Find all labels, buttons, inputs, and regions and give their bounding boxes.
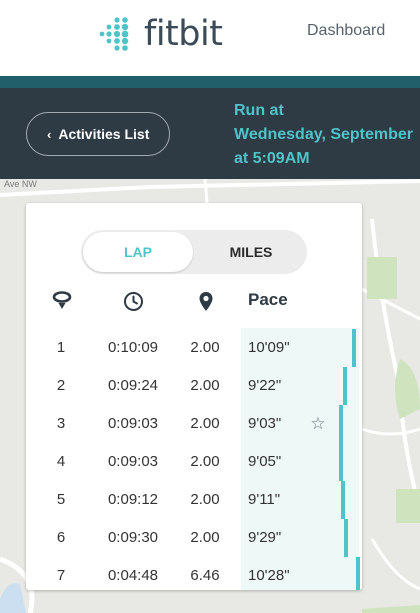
lap-number: 4 xyxy=(56,453,66,470)
pace-bar xyxy=(356,557,360,590)
lap-number: 2 xyxy=(56,377,66,394)
star-icon: ☆ xyxy=(310,414,326,433)
lap-distance: 2.00 xyxy=(190,377,220,394)
brand-name: fitbit xyxy=(144,14,223,54)
lap-pace: 10'09" xyxy=(248,339,290,356)
toggle-miles-option[interactable]: MILES xyxy=(197,232,305,272)
lap-pace: 10'28" xyxy=(248,567,290,584)
table-row: 6 0:09:30 2.00 9'29" xyxy=(26,519,362,557)
lap-time: 0:09:24 xyxy=(107,377,159,394)
laps-card: LAP MILES Pace 1 0:10:09 2.00 10'09" 2 0:09:2… xyxy=(26,203,362,590)
lap-icon xyxy=(52,291,72,309)
lap-distance: 6.46 xyxy=(190,567,220,584)
activities-list-button[interactable]: ‹ Activities List xyxy=(26,112,170,156)
pace-bar xyxy=(343,367,347,405)
lap-distance: 2.00 xyxy=(190,453,220,470)
pace-bar xyxy=(339,405,343,443)
toggle-lap-option[interactable]: LAP xyxy=(83,232,193,272)
table-row: 4 0:09:03 2.00 9'05" xyxy=(26,443,362,481)
lap-time: 0:04:48 xyxy=(107,567,159,584)
lap-column-header xyxy=(52,288,72,314)
lap-pace: 9'29" xyxy=(248,529,282,546)
lap-distance: 2.00 xyxy=(190,529,220,546)
lap-number: 7 xyxy=(56,567,66,584)
location-pin-icon xyxy=(199,291,213,311)
lap-time: 0:09:03 xyxy=(107,453,159,470)
lap-pace: 9'22" xyxy=(248,377,282,394)
lap-pace: 9'03" xyxy=(248,415,282,432)
table-row: 3 0:09:03 2.00 9'03" ☆ xyxy=(26,405,362,443)
lap-time: 0:09:03 xyxy=(107,415,159,432)
pace-bar xyxy=(341,481,345,519)
pace-bar xyxy=(352,329,356,367)
time-column-header xyxy=(123,288,144,314)
lap-time: 0:10:09 xyxy=(107,339,159,356)
unit-toggle[interactable]: LAP MILES xyxy=(81,230,307,274)
activity-title-line: at 5:09AM xyxy=(234,150,310,167)
dashboard-link[interactable]: Dashboard xyxy=(307,22,385,40)
table-row: 2 0:09:24 2.00 9'22" xyxy=(26,367,362,405)
distance-column-header xyxy=(198,288,214,314)
table-row: 5 0:09:12 2.00 9'11" xyxy=(26,481,362,519)
pace-bar xyxy=(339,443,343,481)
pace-column-header: Pace xyxy=(248,290,288,309)
fitbit-dots-icon xyxy=(99,17,129,51)
header-accent-band xyxy=(0,76,420,88)
lap-number: 1 xyxy=(56,339,66,356)
activity-title-line: Run at xyxy=(234,102,284,119)
lap-distance: 2.00 xyxy=(190,491,220,508)
activity-title-line: Wednesday, September xyxy=(234,126,414,143)
fitbit-logo[interactable]: fitbit xyxy=(98,14,223,54)
lap-pace: 9'11" xyxy=(248,491,281,508)
lap-time: 0:09:12 xyxy=(107,491,159,508)
street-label: Ave NW xyxy=(4,179,37,189)
chevron-left-icon: ‹ xyxy=(47,126,52,142)
lap-pace: 9'05" xyxy=(248,453,282,470)
pace-bar xyxy=(344,519,348,557)
lap-distance: 2.00 xyxy=(190,415,220,432)
top-header: fitbit Dashboard xyxy=(0,0,420,76)
lap-number: 5 xyxy=(56,491,66,508)
lap-distance: 2.00 xyxy=(190,339,220,356)
back-button-label: Activities List xyxy=(58,126,150,142)
activity-title-bar: ‹ Activities List Run at Wednesday, Sept… xyxy=(0,88,420,179)
table-row: 1 0:10:09 2.00 10'09" xyxy=(26,329,362,367)
clock-icon xyxy=(124,291,143,311)
lap-number: 6 xyxy=(56,529,66,546)
lap-time: 0:09:30 xyxy=(107,529,159,546)
table-row: 7 0:04:48 6.46 10'28" xyxy=(26,557,362,590)
activity-title: Run at Wednesday, September at 5:09AM xyxy=(234,99,420,171)
lap-number: 3 xyxy=(56,415,66,432)
